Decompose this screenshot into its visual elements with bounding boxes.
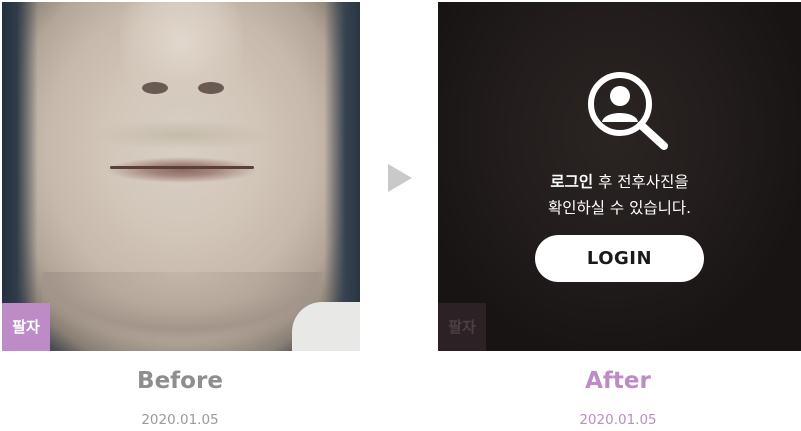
after-date: 2020.01.05 [579, 412, 657, 428]
login-button[interactable]: LOGIN [535, 235, 704, 282]
lock-message-line2: 확인하실 수 있습니다. [547, 199, 692, 217]
login-required-message: 로그인 후 전후사진을 확인하실 수 있습니다. [438, 169, 801, 221]
lip-line [110, 166, 254, 169]
mouth [107, 157, 257, 183]
user-search-icon [588, 72, 668, 150]
before-title: Before [137, 368, 223, 394]
lock-message-bold: 로그인 [550, 173, 594, 191]
shirt-collar [292, 302, 360, 351]
lock-message-line1-rest: 후 전후사진을 [593, 173, 689, 191]
category-badge-after: 팔자 [438, 303, 486, 351]
nostril-left [142, 82, 168, 94]
mustache [87, 120, 277, 150]
before-after-gallery: 팔자 팔자 로그인 후 전후사진을 확인하실 수 있습니다. LOGIN Bef… [0, 0, 801, 431]
after-title: After [585, 368, 651, 394]
before-date: 2020.01.05 [141, 412, 219, 428]
arrow-right-icon [388, 164, 412, 192]
lock-message-line1: 로그인 후 전후사진을 [438, 169, 801, 195]
neck [42, 272, 322, 351]
after-photo-locked: 팔자 로그인 후 전후사진을 확인하실 수 있습니다. LOGIN [438, 2, 801, 351]
nostril-right [198, 82, 224, 94]
before-photo: 팔자 [2, 2, 360, 351]
category-badge-before: 팔자 [2, 303, 50, 351]
